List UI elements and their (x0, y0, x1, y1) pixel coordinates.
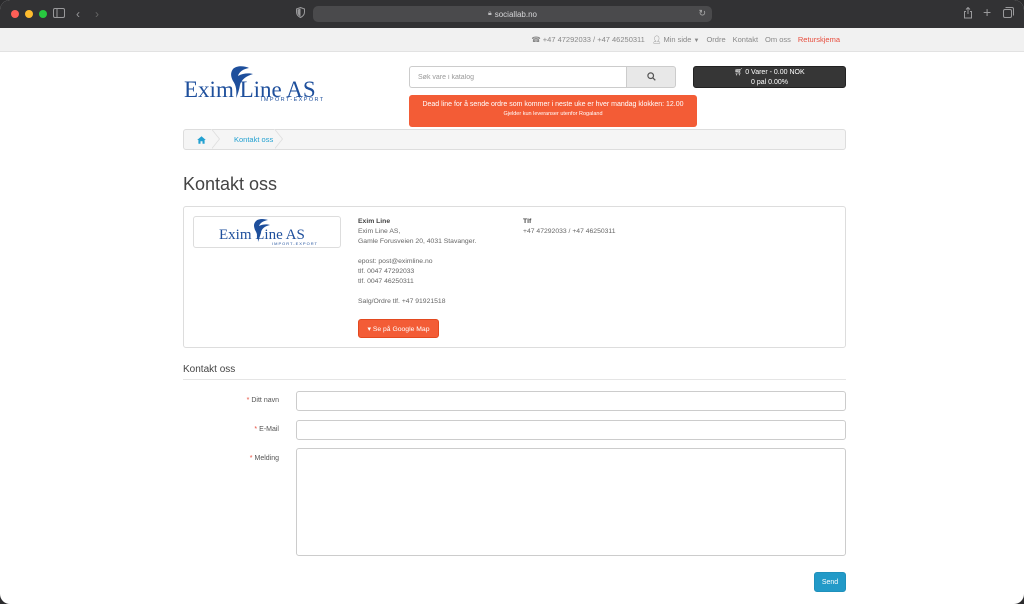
address-bar[interactable]: 🔒︎ sociallab.no ↻ (313, 6, 712, 22)
message-label: * Melding (249, 455, 279, 462)
browser-toolbar: ‹ › 🔒︎ sociallab.no ↻ + (0, 0, 1024, 28)
breadcrumb-separator (274, 129, 291, 150)
store-sales-phone: Salg/Ordre tlf. +47 91921518 (358, 298, 446, 305)
required-marker: * (246, 397, 250, 404)
search-button[interactable] (626, 66, 676, 88)
name-label: * Ditt navn (246, 397, 279, 404)
store-logo-tagline: IMPORT-EXPORT (272, 241, 318, 246)
zoom-window-button[interactable] (39, 10, 47, 18)
store-tel2: tlf. 0047 46250311 (358, 278, 414, 285)
reload-icon[interactable]: ↻ (698, 8, 706, 19)
cart-button[interactable]: 🛒︎ 0 Varer - 0.00 NOK 0 pal 0.00% (693, 66, 846, 88)
back-icon[interactable]: ‹ (76, 7, 80, 21)
logo-tagline: IMPORT-EXPORT (261, 97, 325, 103)
cart-icon: 🛒︎ (734, 69, 744, 76)
top-utility-bar: ☎︎ +47 47292033 / +47 46250311 👤︎ Min si… (0, 28, 1024, 52)
my-page-dropdown[interactable]: 👤︎ Min side ▼ (652, 35, 700, 44)
cart-summary-line1: 🛒︎ 0 Varer - 0.00 NOK (734, 69, 805, 76)
store-email: epost: post@eximline.no (358, 258, 433, 265)
store-name: Exim Line (358, 218, 391, 225)
caret-down-icon: ▼ (693, 38, 700, 44)
store-logo: Exim Line AS IMPORT-EXPORT (193, 216, 341, 248)
close-window-button[interactable] (11, 10, 19, 18)
link-ordre[interactable]: Ordre (706, 35, 725, 44)
cart-summary-line2: 0 pal 0.00% (751, 79, 788, 86)
home-icon (196, 135, 206, 144)
browser-window: ‹ › 🔒︎ sociallab.no ↻ + ☎︎ +47 47292033 … (0, 0, 1024, 604)
notice-line1: Dead line for å sende ordre som kommer i… (422, 101, 684, 108)
message-textarea[interactable] (296, 448, 846, 556)
google-map-button[interactable]: ▾ Se på Google Map (358, 319, 439, 338)
new-tab-icon[interactable]: + (983, 5, 991, 19)
notice-line2: Gjelder kun leveranser utenfor Rogaland (503, 111, 603, 117)
search-bar (409, 66, 676, 88)
store-info-panel: Exim Line AS IMPORT-EXPORT Exim Line Exi… (183, 206, 846, 348)
lock-icon: 🔒︎ (488, 10, 492, 17)
email-input[interactable] (296, 420, 846, 440)
store-address-line2: Gamle Forusveien 20, 4031 Stavanger. (358, 238, 477, 245)
store-phone-column: Tlf +47 47292033 / +47 46250311 (523, 217, 615, 237)
email-label: * E-Mail (254, 426, 279, 433)
user-icon: 👤︎ (651, 35, 662, 44)
privacy-shield-icon[interactable] (296, 6, 305, 21)
breadcrumb: Kontakt oss (183, 129, 846, 150)
share-icon[interactable] (963, 6, 973, 22)
phone-icon: ☎︎ (531, 35, 541, 44)
store-tel1: tlf. 0047 47292033 (358, 268, 415, 275)
store-address-column: Exim Line Exim Line AS, Gamle Forusveien… (358, 217, 476, 307)
url-text: sociallab.no (494, 9, 537, 19)
breadcrumb-separator (211, 129, 228, 150)
forward-icon[interactable]: › (95, 7, 99, 21)
tab-overview-icon[interactable] (1003, 7, 1014, 21)
search-input[interactable] (409, 66, 626, 88)
form-divider (183, 379, 846, 380)
form-legend: Kontakt oss (183, 364, 236, 375)
required-marker: * (249, 455, 253, 462)
sidebar-toggle-icon[interactable] (53, 7, 65, 21)
send-button[interactable]: Send (814, 572, 846, 592)
tlf-value: +47 47292033 / +47 46250311 (523, 228, 616, 235)
link-om-oss[interactable]: Om oss (765, 35, 791, 44)
name-input[interactable] (296, 391, 846, 411)
phone-numbers[interactable]: ☎︎ +47 47292033 / +47 46250311 (531, 35, 644, 44)
search-icon (646, 71, 656, 81)
window-controls (11, 10, 47, 18)
link-kontakt[interactable]: Kontakt (733, 35, 758, 44)
store-address-line1: Exim Line AS, (358, 228, 401, 235)
deadline-notice: Dead line for å sende ordre som kommer i… (409, 95, 697, 127)
link-returskjema[interactable]: Returskjema (798, 35, 840, 44)
minimize-window-button[interactable] (25, 10, 33, 18)
site-logo[interactable]: Exim Line AS IMPORT-EXPORT (183, 64, 343, 106)
tlf-heading: Tlf (523, 218, 532, 225)
page-title: Kontakt oss (183, 174, 278, 194)
map-marker-icon: ▾ (367, 325, 371, 333)
required-marker: * (254, 426, 258, 433)
